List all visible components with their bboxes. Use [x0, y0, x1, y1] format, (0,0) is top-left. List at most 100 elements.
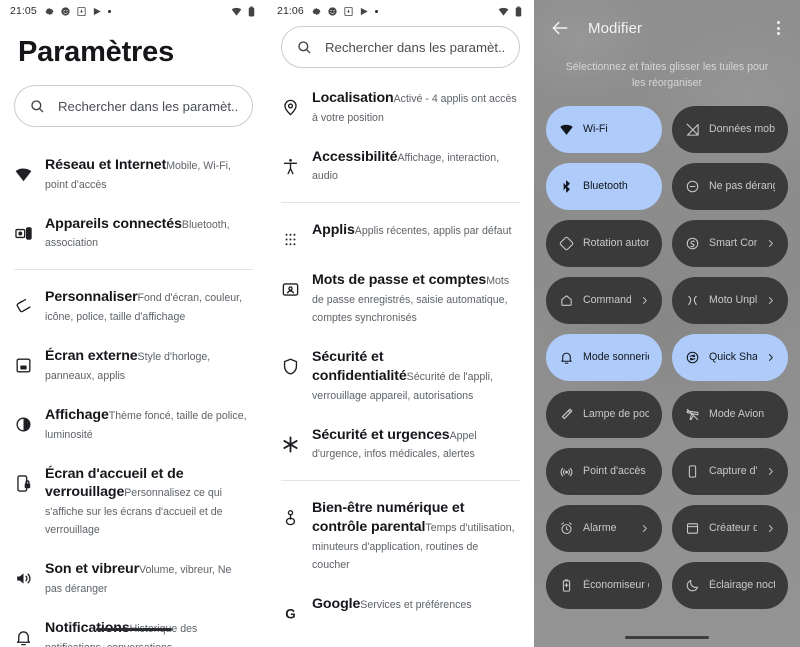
quick-settings-tile[interactable]: Données mobiles [672, 105, 788, 153]
chevron-right-icon[interactable] [766, 467, 775, 476]
quick-settings-tile[interactable]: Commandes.. [546, 276, 662, 324]
quick-settings-tile[interactable]: Moto Unplug.. [672, 276, 788, 324]
quick-settings-tile[interactable]: Éclairage noctur.. [672, 561, 788, 609]
settings-row[interactable]: Sécurité et urgencesAppel d'urgence, inf… [267, 415, 534, 474]
list-divider [281, 202, 520, 204]
home-indicator[interactable] [625, 636, 709, 639]
hotspot-icon [559, 464, 574, 479]
quick-settings-tile[interactable]: Mode Avion [672, 390, 788, 438]
settings-row[interactable]: LocalisationActivé - 4 applis ont accès … [267, 78, 534, 137]
screenshot-icon [343, 6, 354, 17]
quick-settings-tile-label: Mode Avion [709, 408, 765, 421]
status-bar: 21:06 [267, 0, 534, 22]
settings-row-text: NotificationsHistorique des notification… [45, 619, 251, 647]
apps-grid-icon [281, 230, 300, 249]
note-creator-icon [685, 521, 700, 536]
settings-row-title: Sécurité et urgences [312, 426, 450, 443]
settings-row[interactable]: G GoogleServices et préférences [267, 584, 534, 634]
quick-settings-tile[interactable]: Créateur de.. [672, 504, 788, 552]
wifi-icon [559, 122, 574, 137]
chevron-right-icon[interactable] [766, 524, 775, 533]
quick-settings-tile[interactable]: Capture d'écr.. [672, 447, 788, 495]
screenshot-tile-icon [685, 464, 700, 479]
gear-icon [44, 6, 55, 17]
more-vert-icon[interactable] [770, 20, 786, 36]
lockscreen-icon [14, 474, 33, 493]
arrow-back-icon[interactable] [550, 18, 570, 38]
external-display-icon [14, 356, 33, 375]
settings-row[interactable]: ApplisApplis récentes, applis par défaut [267, 210, 534, 260]
search-icon [296, 39, 312, 55]
accessibility-icon [281, 157, 300, 176]
page-title: Paramètres [18, 36, 174, 68]
settings-row[interactable]: Bien-être numérique et contrôle parental… [267, 488, 534, 583]
settings-row[interactable]: Écran d'accueil et de verrouillagePerson… [0, 454, 267, 549]
settings-row-title: Appareils connectés [45, 215, 182, 232]
battery-icon [246, 5, 257, 17]
scroll-indicator[interactable] [96, 628, 172, 631]
quick-settings-tile[interactable]: Mode sonnerie [546, 333, 662, 381]
settings-row[interactable]: Réseau et InternetMobile, Wi-Fi, point d… [0, 145, 267, 204]
status-bar-right-icons [231, 5, 257, 17]
chevron-right-icon[interactable] [766, 296, 775, 305]
wifi-icon [14, 165, 33, 184]
list-divider [281, 480, 520, 482]
panel-settings-main: 21:05 Paramètres Rechercher dans les par… [0, 0, 267, 647]
shield-icon [281, 357, 300, 376]
status-bar-left-icons [44, 6, 111, 17]
bluetooth-icon [559, 179, 574, 194]
wellbeing-icon [281, 508, 300, 527]
quick-settings-tile[interactable]: Alarme [546, 504, 662, 552]
settings-row-title: Réseau et Internet [45, 157, 167, 173]
quick-settings-tile[interactable]: Économiseur de.. [546, 561, 662, 609]
settings-row[interactable]: Appareils connectésBluetooth, associatio… [0, 204, 267, 263]
chevron-right-icon[interactable] [766, 353, 775, 362]
quick-settings-tile[interactable]: Wi-Fi [546, 105, 662, 153]
settings-row[interactable]: Son et vibreurVolume, vibreur, Ne pas dé… [0, 549, 267, 608]
mobile-data-off-icon [685, 122, 700, 137]
quick-settings-tile[interactable]: Quick Share [672, 333, 788, 381]
wifi-icon [231, 6, 242, 17]
search-input[interactable]: Rechercher dans les paramèt... [14, 85, 253, 127]
quick-settings-tile-label: Données mobiles [709, 123, 775, 136]
search-input[interactable]: Rechercher dans les paramèt... [281, 26, 520, 68]
password-icon [281, 280, 300, 299]
settings-row-text: PersonnaliserFond d'écran, couleur, icôn… [45, 288, 251, 325]
search-placeholder: Rechercher dans les paramèt... [325, 39, 505, 55]
settings-list-scrolled: LocalisationActivé - 4 applis ont accès … [267, 78, 534, 647]
settings-row-title: Google [312, 595, 361, 612]
auto-rotate-icon [559, 236, 574, 251]
chevron-right-icon[interactable] [640, 524, 649, 533]
settings-row-text: Écran externeStyle d'horloge, panneaux, … [45, 347, 251, 384]
quick-settings-tile[interactable]: Ne pas déranger [672, 162, 788, 210]
quick-settings-title: Modifier [588, 19, 643, 37]
quick-settings-tile[interactable]: Bluetooth [546, 162, 662, 210]
chevron-right-icon[interactable] [766, 239, 775, 248]
quick-settings-tile-label: Capture d'écr.. [709, 465, 757, 478]
quick-settings-tile[interactable]: Rotation automa.. [546, 219, 662, 267]
settings-row-title: Sécurité et confidentialité [312, 349, 407, 384]
settings-row-text: ApplisApplis récentes, applis par défaut [312, 221, 511, 240]
chevron-right-icon[interactable] [640, 296, 649, 305]
emergency-icon [281, 435, 300, 454]
alarm-icon [559, 521, 574, 536]
quick-settings-tile[interactable]: Point d'accès [546, 447, 662, 495]
settings-row[interactable]: AccessibilitéAffichage, interaction, aud… [267, 137, 534, 196]
settings-row-text: Appareils connectésBluetooth, associatio… [45, 215, 251, 252]
smiley-icon [327, 6, 338, 17]
flashlight-icon [559, 407, 574, 422]
settings-row[interactable]: Sécurité et confidentialitéSécurité de l… [267, 337, 534, 414]
quick-settings-tile-label: Point d'accès [583, 465, 646, 478]
panel-quick-settings-edit: Modifier Sélectionnez et faites glisser … [534, 0, 800, 647]
settings-row-title: Écran externe [45, 348, 138, 365]
quick-settings-tile[interactable]: Lampe de poche [546, 390, 662, 438]
settings-row[interactable]: Écran externeStyle d'horloge, panneaux, … [0, 336, 267, 395]
settings-row[interactable]: Mots de passe et comptesMots de passe en… [267, 260, 534, 337]
settings-row-subtitle: Applis récentes, applis par défaut [354, 225, 512, 238]
settings-row[interactable]: Mises à jour du systèmeMettre à jour ver… [267, 634, 534, 647]
settings-row-text: Son et vibreurVolume, vibreur, Ne pas dé… [45, 560, 251, 597]
settings-row[interactable]: AffichageThème foncé, taille de police, … [0, 395, 267, 454]
settings-row[interactable]: PersonnaliserFond d'écran, couleur, icôn… [0, 277, 267, 336]
reorder-hint-text: Sélectionnez et faites glisser les tuile… [565, 61, 769, 89]
quick-settings-tile[interactable]: Smart Conne.. [672, 219, 788, 267]
